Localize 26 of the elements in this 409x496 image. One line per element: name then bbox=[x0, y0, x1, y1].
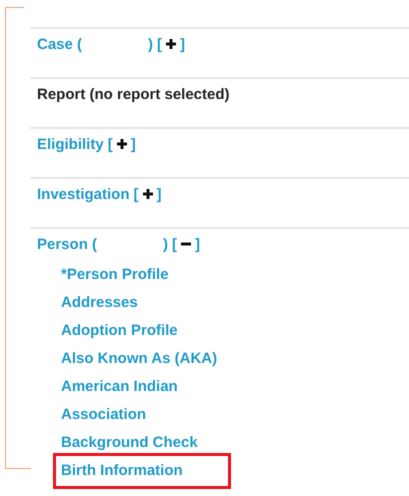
plus-icon[interactable] bbox=[142, 188, 154, 200]
bracket-text: ] bbox=[195, 236, 200, 252]
bracket-text: ] bbox=[130, 136, 136, 152]
bracket-text: ] bbox=[180, 36, 186, 52]
section-link-end: ) bbox=[163, 236, 168, 252]
section-link[interactable]: Investigation bbox=[37, 186, 130, 202]
nav-link[interactable]: Also Known As (AKA) bbox=[53, 343, 226, 371]
bracket-text: [ bbox=[172, 236, 178, 252]
bracket-text: [ bbox=[157, 36, 162, 52]
section-link-end: ) bbox=[148, 36, 154, 52]
plus-icon[interactable] bbox=[116, 138, 128, 150]
nav-link[interactable]: Addresses bbox=[53, 287, 147, 315]
nav-link[interactable]: Adoption Profile bbox=[53, 315, 187, 343]
bracket-text: ] bbox=[156, 186, 162, 202]
nav-link[interactable]: Association bbox=[53, 399, 156, 427]
section-link[interactable]: Eligibility bbox=[37, 136, 104, 152]
bracket-text: [ bbox=[134, 186, 139, 202]
nav-link[interactable]: American Indian bbox=[53, 371, 187, 399]
section-link[interactable]: Person ( bbox=[37, 236, 98, 252]
nav-link[interactable]: Background Check bbox=[53, 427, 207, 455]
nav-link[interactable]: Birth Information bbox=[53, 453, 231, 489]
bracket-text: [ bbox=[108, 136, 113, 152]
section-title: Report (no report selected) bbox=[37, 86, 230, 102]
plus-icon[interactable] bbox=[165, 38, 178, 50]
nav-link[interactable]: *Person Profile bbox=[53, 259, 178, 287]
section-link[interactable]: Case ( bbox=[37, 36, 82, 52]
